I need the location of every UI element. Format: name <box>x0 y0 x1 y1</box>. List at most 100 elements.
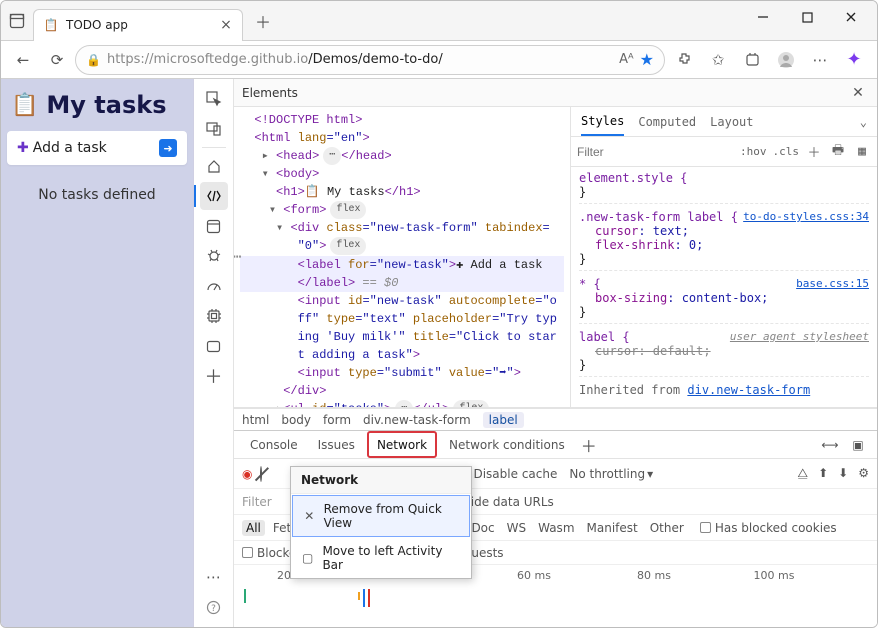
lock-icon: 🔒 <box>86 53 101 67</box>
ctx-move-left[interactable]: ▢Move to left Activity Bar <box>291 538 471 578</box>
more-options-icon[interactable]: ⋯ <box>200 563 228 591</box>
drawer-expand-icon[interactable]: ⟷ <box>819 438 841 452</box>
network-filter-input[interactable]: Filter <box>242 495 272 509</box>
tab-styles[interactable]: Styles <box>581 107 624 136</box>
ctx-remove-quick-view[interactable]: ✕Remove from Quick View <box>292 495 470 537</box>
help-icon[interactable]: ? <box>200 593 228 621</box>
drawer-tabs: Console Issues Network Network condition… <box>234 431 877 459</box>
device-toolbar-icon[interactable] <box>200 115 228 143</box>
filter-other[interactable]: Other <box>646 520 688 536</box>
throttling-dropdown[interactable]: No throttling ▾ <box>565 467 657 481</box>
tab-close-icon[interactable]: × <box>218 17 234 33</box>
window-minimize[interactable] <box>741 1 785 33</box>
hov-toggle[interactable]: :hov <box>740 145 767 158</box>
chevron-down-icon[interactable]: ⌄ <box>860 115 867 129</box>
devtools-activity-bar: ＋ ⋯ ? <box>194 79 234 627</box>
reading-mode-icon[interactable]: Aᴬ <box>619 52 634 67</box>
app-icon <box>1 1 33 40</box>
disable-cache[interactable]: Disable cache <box>458 467 557 481</box>
cls-toggle[interactable]: .cls <box>773 145 800 158</box>
new-tab-button[interactable]: ＋ <box>249 7 277 35</box>
styles-filter-input[interactable] <box>577 145 734 159</box>
plus-icon: ✚ <box>17 140 29 156</box>
copilot-icon[interactable]: ✦ <box>837 44 871 76</box>
window-maximize[interactable] <box>785 1 829 33</box>
favorites-icon[interactable]: ✩ <box>701 44 735 76</box>
drawer-dock-icon[interactable]: ▣ <box>847 438 869 452</box>
favorite-icon[interactable]: ★ <box>640 50 654 69</box>
welcome-icon[interactable] <box>200 152 228 180</box>
styles-pane: Styles Computed Layout ⌄ :hov .cls ＋ 🖶 <box>570 107 877 407</box>
back-button[interactable]: ← <box>7 44 39 76</box>
application-icon[interactable] <box>200 212 228 240</box>
style-rules[interactable]: element.style {} .new-task-form label {t… <box>571 167 877 407</box>
clear-icon[interactable] <box>260 467 262 481</box>
address-bar: ← ⟳ 🔒 https://microsoftedge.github.io/De… <box>1 41 877 79</box>
browser-tab[interactable]: 📋 TODO app × <box>33 9 243 41</box>
context-menu-title: Network <box>291 467 471 494</box>
more-tools-icon[interactable] <box>200 332 228 360</box>
memory-icon[interactable] <box>200 302 228 330</box>
sources-icon[interactable] <box>200 242 228 270</box>
add-tool-icon[interactable]: ＋ <box>200 362 228 390</box>
window-close[interactable] <box>829 1 873 33</box>
collections-icon[interactable] <box>735 44 769 76</box>
performance-icon[interactable] <box>200 272 228 300</box>
titlebar: 📋 TODO app × ＋ <box>1 1 877 41</box>
remove-icon: ✕ <box>303 509 316 523</box>
blocked-cookies[interactable]: Has blocked cookies <box>700 521 837 535</box>
filter-all[interactable]: All <box>242 520 265 536</box>
wifi-icon[interactable]: ⧋ <box>797 466 808 481</box>
hide-urls[interactable]: Hide data URLs <box>462 495 554 509</box>
filter-wasm[interactable]: Wasm <box>534 520 578 536</box>
source-link[interactable]: to-do-styles.css:34 <box>743 210 869 223</box>
filter-ws[interactable]: WS <box>503 520 530 536</box>
submit-task-icon[interactable]: ➜ <box>159 139 177 157</box>
flex-icon[interactable]: ▦ <box>853 144 871 159</box>
gutter-actions-icon[interactable]: ⋯ <box>234 249 242 266</box>
tab-favicon: 📋 <box>44 18 58 32</box>
no-tasks-text: No tasks defined <box>7 187 187 203</box>
more-icon[interactable]: ⋯ <box>803 44 837 76</box>
add-task-input[interactable]: ✚Add a task ➜ <box>7 131 187 165</box>
tab-title: TODO app <box>66 18 210 32</box>
tab-net-conditions[interactable]: Network conditions <box>441 431 573 458</box>
tab-layout[interactable]: Layout <box>710 115 753 129</box>
inspect-element-icon[interactable] <box>200 85 228 113</box>
profile-icon[interactable] <box>769 44 803 76</box>
network-context-menu: Network ✕Remove from Quick View ▢Move to… <box>290 466 472 579</box>
source-link[interactable]: base.css:15 <box>796 277 869 290</box>
elements-icon[interactable] <box>200 182 228 210</box>
device-icon[interactable]: 🖶 <box>829 141 847 163</box>
page-content: 📋 My tasks ✚Add a task ➜ No tasks defined <box>1 79 194 627</box>
devtools-header: Elements ✕ <box>234 79 877 107</box>
dom-tree[interactable]: ⋯ <!DOCTYPE html> <html lang="en"> ▸ <he… <box>234 107 570 407</box>
url-box[interactable]: 🔒 https://microsoftedge.github.io/Demos/… <box>75 45 665 75</box>
dom-breadcrumb[interactable]: html body form div.new-task-form label <box>234 408 877 430</box>
filter-doc[interactable]: Doc <box>467 520 498 536</box>
refresh-button[interactable]: ⟳ <box>41 44 73 76</box>
download-icon[interactable]: ⬇ <box>838 466 848 481</box>
settings-gear-icon[interactable]: ⚙ <box>858 466 869 481</box>
add-task-label: ✚Add a task <box>17 140 107 156</box>
record-icon[interactable]: ◉ <box>242 467 252 481</box>
upload-icon[interactable]: ⬆ <box>818 466 828 481</box>
panel-title: Elements <box>242 86 298 100</box>
styles-filter-bar: :hov .cls ＋ 🖶 ▦ <box>571 137 877 167</box>
extensions-icon[interactable] <box>667 44 701 76</box>
devtools-close-icon[interactable]: ✕ <box>847 82 869 104</box>
inherited-from: Inherited from div.new-task-form <box>579 383 869 397</box>
url-text: https://microsoftedge.github.io/Demos/de… <box>107 52 613 67</box>
tab-console[interactable]: Console <box>242 431 306 458</box>
filter-manifest[interactable]: Manifest <box>583 520 642 536</box>
tab-issues[interactable]: Issues <box>310 431 363 458</box>
tab-network[interactable]: Network <box>367 431 437 458</box>
page-heading: 📋 My tasks <box>7 85 187 131</box>
styles-tabs: Styles Computed Layout ⌄ <box>571 107 877 137</box>
svg-text:?: ? <box>211 604 216 614</box>
drawer-add-tab-icon[interactable]: ＋ <box>577 433 601 457</box>
page-title: My tasks <box>46 91 166 119</box>
clipboard-icon: 📋 <box>11 93 38 118</box>
tab-computed[interactable]: Computed <box>638 115 696 129</box>
new-style-icon[interactable]: ＋ <box>805 142 823 161</box>
